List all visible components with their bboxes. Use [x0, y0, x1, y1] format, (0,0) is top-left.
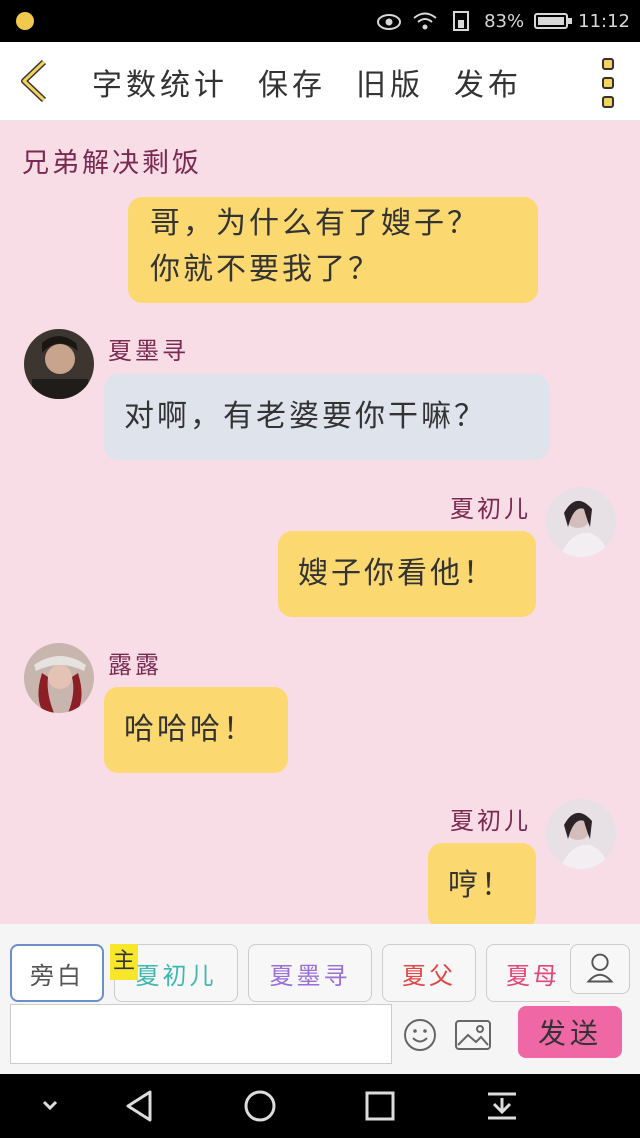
message-text-line: 哥，为什么有了嫂子？: [150, 206, 480, 241]
nav-back-icon[interactable]: [122, 1088, 158, 1124]
message-bubble[interactable]: 哥，为什么有了嫂子？ 你就不要我了？: [128, 197, 538, 303]
wifi-icon: [413, 12, 437, 30]
story-title: 兄弟解决剩饭: [22, 148, 202, 179]
old-version-button[interactable]: 旧版: [356, 60, 424, 104]
avatar[interactable]: [24, 643, 94, 713]
main-character-badge: 主: [110, 944, 138, 980]
sim-icon: [453, 11, 470, 31]
message-text-line: 你就不要我了？: [150, 252, 381, 287]
composer-panel: 旁白 夏初儿 夏墨寻 夏父 夏母 主 发送: [0, 924, 640, 1074]
role-xia-moxun[interactable]: 夏墨寻: [248, 944, 372, 1002]
message-bubble[interactable]: 嫂子你看他！: [278, 531, 536, 617]
navigation-bar: [0, 1074, 640, 1138]
editor-toolbar: 字数统计 保存 旧版 发布: [0, 42, 640, 121]
save-button[interactable]: 保存: [258, 60, 326, 104]
avatar[interactable]: [546, 799, 616, 869]
chat-area[interactable]: 兄弟解决剩饭 哥，为什么有了嫂子？ 你就不要我了？ 夏墨寻 对啊，有老婆要你干嘛…: [0, 121, 640, 924]
word-count-button[interactable]: 字数统计: [92, 60, 228, 104]
message-text: 哈哈哈！: [124, 712, 256, 747]
message-bubble[interactable]: 对啊，有老婆要你干嘛？: [104, 374, 549, 460]
battery-icon: [534, 13, 573, 29]
chevron-down-icon[interactable]: [32, 1088, 68, 1124]
nav-recents-icon[interactable]: [362, 1088, 398, 1124]
message-text: 哼！: [448, 868, 514, 903]
clock: 11:12: [578, 10, 630, 32]
publish-button[interactable]: 发布: [454, 60, 522, 104]
sender-name: 夏墨寻: [108, 337, 189, 365]
avatar[interactable]: [24, 329, 94, 399]
message-bubble[interactable]: 哼！: [428, 843, 536, 924]
role-narrator[interactable]: 旁白: [10, 944, 104, 1002]
role-selector[interactable]: 旁白 夏初儿 夏墨寻 夏父 夏母: [10, 944, 570, 1002]
nav-home-icon[interactable]: [242, 1088, 278, 1124]
emoji-icon[interactable]: [402, 1017, 438, 1053]
app-notification-icon: [16, 12, 34, 30]
more-menu-icon[interactable]: [602, 58, 616, 108]
back-arrow-icon[interactable]: [16, 58, 52, 104]
sender-name: 夏初儿: [450, 807, 531, 835]
sender-name: 露露: [108, 651, 162, 679]
sender-name: 夏初儿: [450, 495, 531, 523]
message-text: 嫂子你看他！: [298, 556, 496, 591]
role-xia-mother[interactable]: 夏母: [486, 944, 570, 1002]
send-button[interactable]: 发送: [518, 1006, 622, 1058]
status-bar: 83% 11:12: [0, 0, 640, 42]
character-manager-button[interactable]: [570, 944, 630, 994]
image-icon[interactable]: [454, 1019, 492, 1051]
message-input[interactable]: [10, 1004, 392, 1064]
avatar[interactable]: [546, 487, 616, 557]
battery-percent: 83%: [484, 10, 525, 32]
nav-notifications-icon[interactable]: [484, 1088, 520, 1124]
message-text: 对啊，有老婆要你干嘛？: [124, 399, 487, 434]
eye-comfort-icon: [377, 14, 402, 30]
message-bubble[interactable]: 哈哈哈！: [104, 687, 288, 773]
person-icon: [586, 953, 614, 983]
role-xia-father[interactable]: 夏父: [382, 944, 476, 1002]
